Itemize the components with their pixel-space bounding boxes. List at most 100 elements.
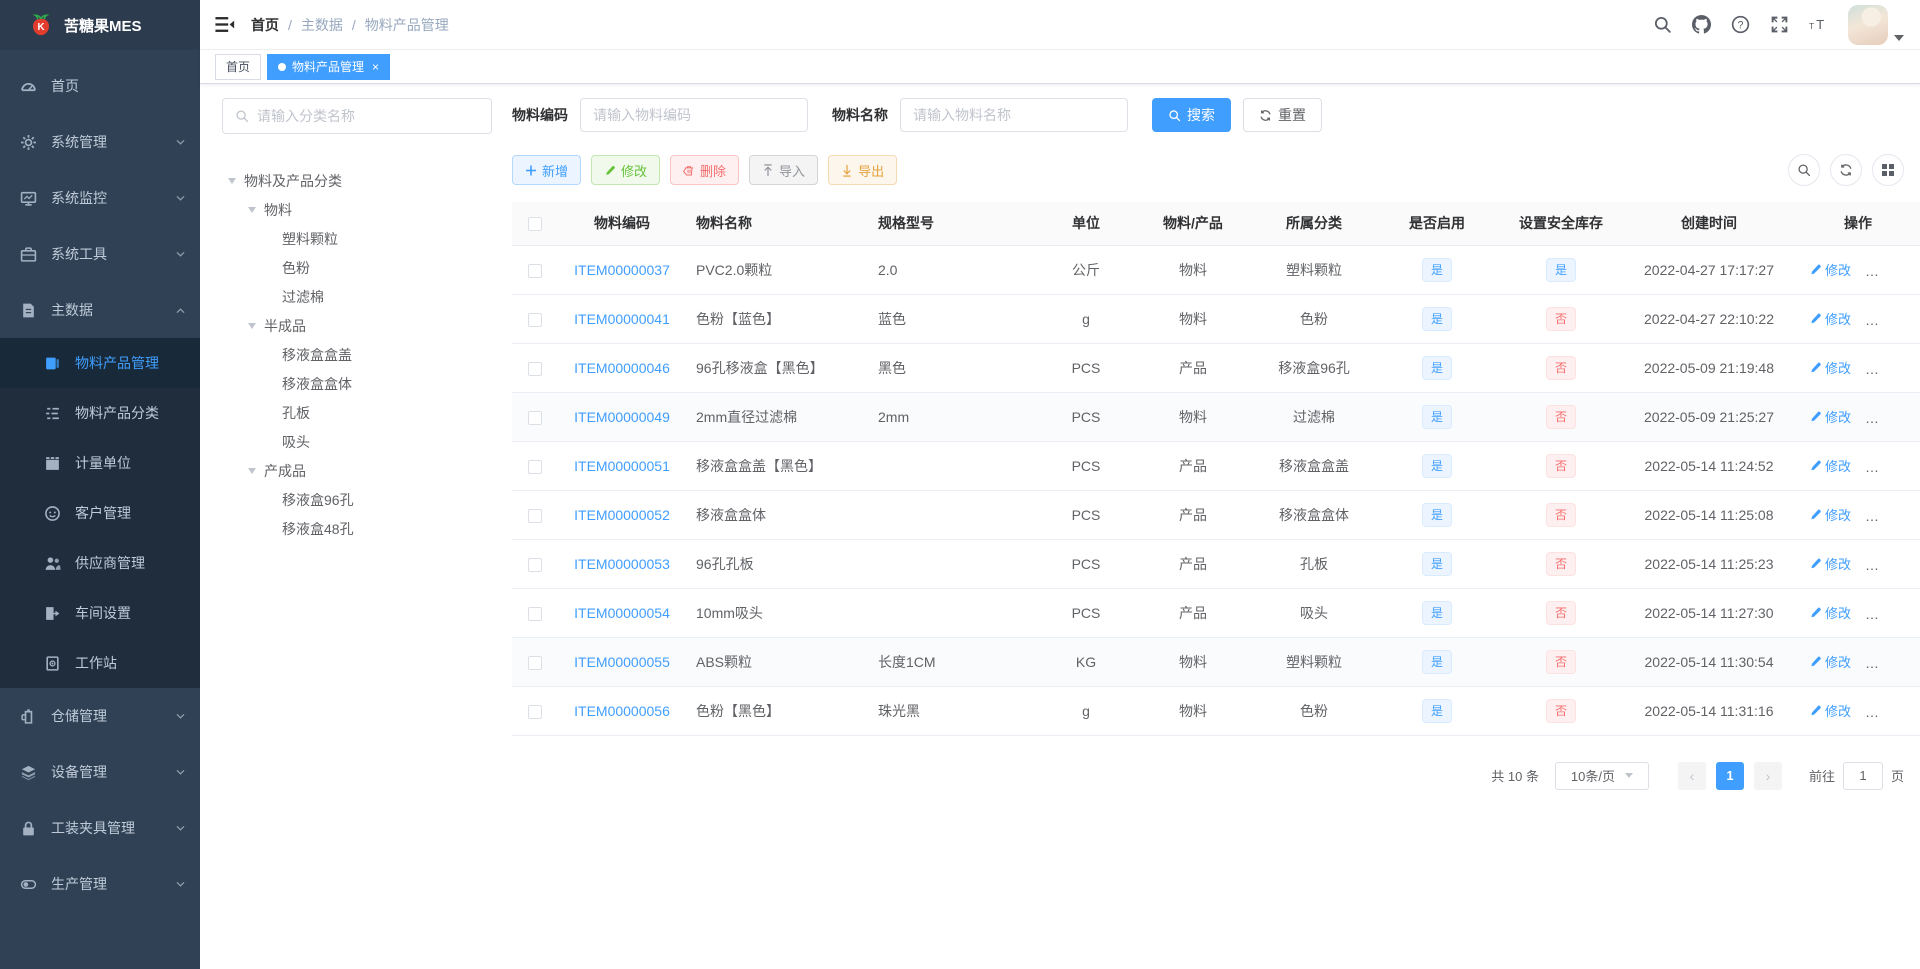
material-name-input[interactable] (900, 98, 1128, 132)
material-code-label: 物料编码 (512, 107, 568, 123)
goto-page-input[interactable] (1842, 761, 1883, 790)
row-checkbox[interactable] (528, 704, 542, 719)
sidebar-item-warehouse-management[interactable]: 仓储管理 (0, 688, 200, 744)
material-code-link[interactable]: ITEM00000052 (574, 507, 670, 523)
material-code-link[interactable]: ITEM00000056 (574, 703, 670, 719)
add-button[interactable]: 新增 (512, 155, 582, 185)
tree-node[interactable]: 塑料颗粒 (222, 224, 492, 253)
font-size-icon[interactable]: TT (1809, 15, 1828, 34)
row-edit-link[interactable]: 修改 (1809, 701, 1851, 720)
tree-node[interactable]: 物料及产品分类 (222, 166, 492, 195)
tree-node[interactable]: 物料 (222, 195, 492, 224)
table-row: ITEM00000053 96孔孔板 PCS 产品 孔板 是 否 2022-05-14 11:… (512, 539, 1920, 589)
material-code-link[interactable]: ITEM00000051 (574, 458, 670, 474)
tree-node[interactable]: 移液盒盒盖 (222, 340, 492, 369)
material-code-link[interactable]: ITEM00000053 (574, 556, 670, 572)
sidebar-item-production-management[interactable]: 生产管理 (0, 856, 200, 912)
avatar[interactable] (1848, 4, 1888, 45)
row-checkbox[interactable] (528, 557, 542, 572)
toggle-search-icon[interactable] (1788, 154, 1820, 186)
material-code-link[interactable]: ITEM00000046 (574, 360, 670, 376)
tree-node[interactable]: 移液盒盒体 (222, 369, 492, 398)
breadcrumb-master-data[interactable]: 主数据 (301, 15, 343, 35)
search-button[interactable]: 搜索 (1152, 98, 1231, 132)
tab-home[interactable]: 首页 (215, 53, 262, 80)
tree-node[interactable]: 吸头 (222, 427, 492, 456)
user-menu[interactable] (1848, 4, 1904, 45)
sidebar-item-system-management[interactable]: 系统管理 (0, 114, 200, 170)
row-checkbox[interactable] (528, 508, 542, 523)
tree-node[interactable]: 半成品 (222, 311, 492, 340)
sidebar-item-master-data[interactable]: 主数据 (0, 282, 200, 338)
category-search-input[interactable] (257, 108, 479, 124)
edit-button[interactable]: 修改 (591, 155, 661, 185)
material-code-link[interactable]: ITEM00000041 (574, 311, 670, 327)
refresh-icon[interactable] (1830, 154, 1862, 186)
sidebar-item-home[interactable]: 首页 (0, 58, 200, 114)
row-edit-link[interactable]: 修改 (1809, 652, 1851, 671)
tree-caret-icon[interactable] (228, 177, 236, 184)
row-edit-link[interactable]: 修改 (1809, 554, 1851, 573)
breadcrumb-home[interactable]: 首页 (251, 15, 279, 35)
tree-node[interactable]: 移液盒96孔 (222, 485, 492, 514)
select-all-checkbox[interactable] (528, 217, 542, 232)
row-checkbox[interactable] (528, 410, 542, 425)
sidebar-fold-icon[interactable] (215, 16, 235, 33)
fullscreen-icon[interactable] (1770, 15, 1789, 34)
material-code-input[interactable] (580, 98, 808, 132)
sidebar-item-supplier-management[interactable]: 供应商管理 (0, 538, 200, 588)
row-edit-link[interactable]: 修改 (1809, 309, 1851, 328)
export-button[interactable]: 导出 (828, 155, 898, 185)
row-edit-link[interactable]: 修改 (1809, 358, 1851, 377)
row-edit-link[interactable]: 修改 (1809, 505, 1851, 524)
prev-page-button[interactable]: ‹ (1677, 761, 1706, 790)
sidebar-item-material-product-management[interactable]: 物料产品管理 (0, 338, 200, 388)
tree-node[interactable]: 移液盒48孔 (222, 514, 492, 543)
cell-code: ITEM00000052 (558, 490, 686, 540)
row-checkbox[interactable] (528, 263, 542, 278)
row-edit-link[interactable]: 修改 (1809, 603, 1851, 622)
material-code-link[interactable]: ITEM00000037 (574, 262, 670, 278)
material-code-link[interactable]: ITEM00000049 (574, 409, 670, 425)
github-icon[interactable] (1692, 15, 1711, 34)
tree-node[interactable]: 产成品 (222, 456, 492, 485)
tab-material-product-management[interactable]: 物料产品管理 × (267, 53, 391, 80)
search-icon[interactable] (1653, 15, 1672, 34)
sidebar-item-material-product-category[interactable]: 物料产品分类 (0, 388, 200, 438)
row-checkbox[interactable] (528, 459, 542, 474)
row-edit-link[interactable]: 修改 (1809, 260, 1851, 279)
sidebar-item-customer-management[interactable]: 客户管理 (0, 488, 200, 538)
sidebar-item-fixture-management[interactable]: 工装夹具管理 (0, 800, 200, 856)
next-page-button[interactable]: › (1753, 761, 1782, 790)
sidebar-item-device-management[interactable]: 设备管理 (0, 744, 200, 800)
row-checkbox[interactable] (528, 655, 542, 670)
material-code-link[interactable]: ITEM00000054 (574, 605, 670, 621)
help-icon[interactable]: ? (1731, 15, 1750, 34)
tree-node[interactable]: 过滤棉 (222, 282, 492, 311)
tree-caret-icon[interactable] (248, 322, 256, 329)
sidebar-item-system-monitor[interactable]: 系统监控 (0, 170, 200, 226)
row-edit-link[interactable]: 修改 (1809, 407, 1851, 426)
row-checkbox[interactable] (528, 361, 542, 376)
tree-node[interactable]: 孔板 (222, 398, 492, 427)
page-size-select[interactable]: 10条/页 (1554, 761, 1649, 790)
sidebar-item-measure-unit[interactable]: 计量单位 (0, 438, 200, 488)
cell-type: 产品 (1136, 539, 1250, 589)
reset-button[interactable]: 重置 (1243, 98, 1322, 132)
app-logo[interactable]: K 苦糖果MES (0, 0, 200, 50)
grid-columns-icon[interactable] (1872, 154, 1904, 186)
sidebar-item-workshop-settings[interactable]: 车间设置 (0, 588, 200, 638)
tree-caret-icon[interactable] (248, 467, 256, 474)
row-edit-link[interactable]: 修改 (1809, 456, 1851, 475)
page-number-1[interactable]: 1 (1715, 761, 1744, 790)
material-code-link[interactable]: ITEM00000055 (574, 654, 670, 670)
import-button[interactable]: 导入 (749, 155, 819, 185)
tab-close-icon[interactable]: × (372, 61, 379, 73)
row-checkbox[interactable] (528, 312, 542, 327)
tree-node[interactable]: 色粉 (222, 253, 492, 282)
row-checkbox[interactable] (528, 606, 542, 621)
tree-caret-icon[interactable] (248, 206, 256, 213)
delete-button[interactable]: 删除 (670, 155, 740, 185)
sidebar-item-workstation[interactable]: 工作站 (0, 638, 200, 688)
sidebar-item-system-tools[interactable]: 系统工具 (0, 226, 200, 282)
